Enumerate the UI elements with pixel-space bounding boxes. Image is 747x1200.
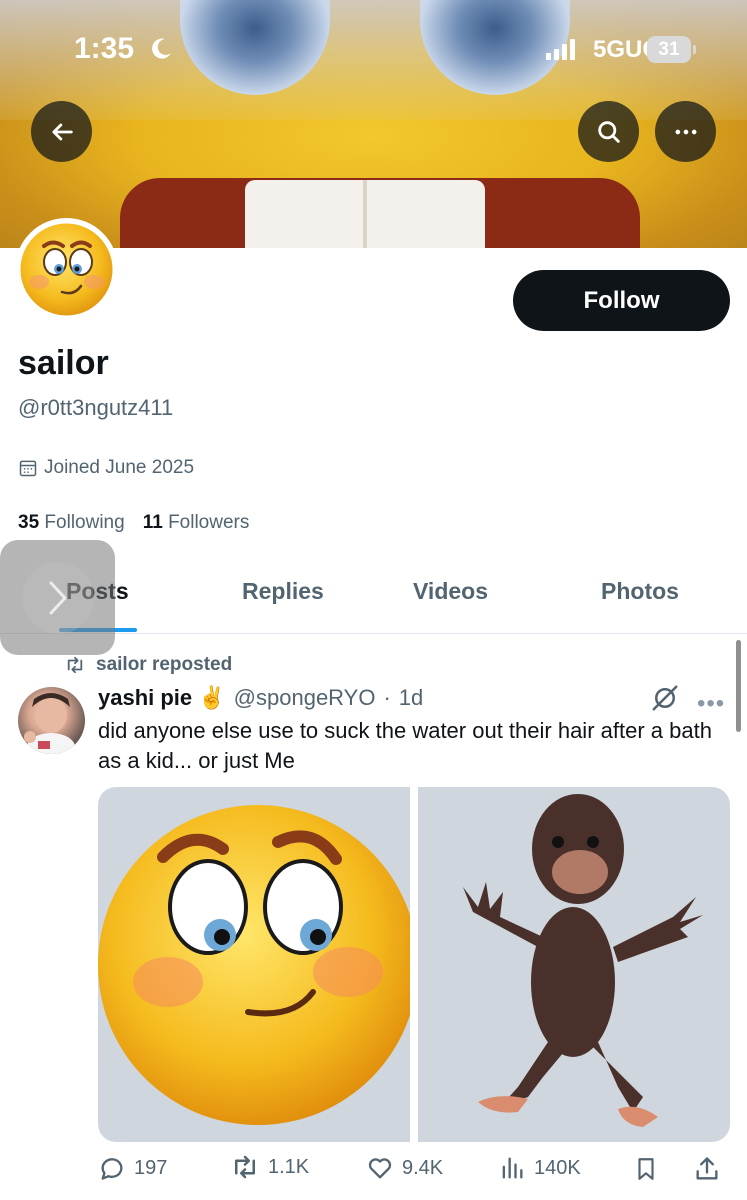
followers-link[interactable]: 11 Followers <box>143 512 250 534</box>
followers-count: 11 <box>142 512 163 533</box>
banner-teeth <box>245 180 485 248</box>
tab-videos[interactable]: Videos <box>413 578 488 605</box>
assistive-ring <box>21 561 94 634</box>
post-time[interactable]: 1d <box>399 685 423 711</box>
emoji-face-image <box>98 805 418 1125</box>
media-image-monkey[interactable] <box>418 787 730 1142</box>
media-image-emoji[interactable] <box>98 787 418 1142</box>
post-author-avatar[interactable] <box>18 687 85 754</box>
repost-action[interactable]: 1.1K <box>230 1154 309 1180</box>
post-more-icon[interactable]: ••• <box>697 690 725 718</box>
follow-stats: 35 Following 11 Followers <box>18 512 249 534</box>
bookmark-action[interactable] <box>633 1154 659 1184</box>
like-count: 9.4K <box>402 1156 444 1179</box>
calendar-icon <box>19 460 37 477</box>
profile-handle: @r0tt3ngutz411 <box>18 395 174 420</box>
profile-display-name: sailor <box>18 344 109 382</box>
reply-action[interactable]: 197 <box>98 1154 167 1182</box>
battery-icon: 31 <box>647 36 696 63</box>
repost-label: sailor reposted <box>96 654 233 675</box>
repost-icon <box>235 1155 255 1179</box>
repost-indicator: sailor reposted <box>64 654 232 676</box>
share-action[interactable] <box>693 1154 721 1184</box>
post-text: did anyone else use to suck the water ou… <box>98 718 712 773</box>
profile-avatar[interactable] <box>15 218 118 321</box>
moon-icon <box>152 38 171 59</box>
repost-count: 1.1K <box>268 1155 310 1178</box>
baby-monkey-image <box>463 794 703 1127</box>
arrow-left-icon <box>51 123 73 140</box>
share-icon <box>696 1157 718 1180</box>
search-icon <box>597 120 620 143</box>
avatar-image <box>19 222 114 317</box>
back-button[interactable] <box>31 101 92 162</box>
smiley-emoji-icon <box>20 223 113 316</box>
post-header: yashi pie ✌️ @spongeRYO · 1d <box>98 685 423 711</box>
followers-label: Followers <box>168 512 250 533</box>
reply-icon <box>101 1158 123 1180</box>
views-action[interactable]: 140K <box>498 1154 581 1182</box>
post-media[interactable] <box>98 787 730 1142</box>
following-label: Following <box>44 512 125 533</box>
bookmark-icon <box>638 1158 654 1180</box>
grok-icon[interactable] <box>650 683 680 713</box>
like-action[interactable]: 9.4K <box>366 1154 443 1182</box>
search-button[interactable] <box>578 101 639 162</box>
post-author-name[interactable]: yashi pie ✌️ <box>98 685 226 711</box>
more-dots-icon <box>675 129 696 134</box>
follow-button[interactable]: Follow <box>513 270 730 331</box>
heart-icon <box>368 1158 392 1179</box>
post-dot: · <box>383 685 391 710</box>
floating-assistive-button[interactable] <box>0 540 115 655</box>
chevron-right-icon <box>49 581 66 614</box>
following-link[interactable]: 35 Following <box>18 512 125 534</box>
views-count: 140K <box>534 1156 581 1179</box>
joined-text: Joined June 2025 <box>44 457 195 478</box>
joined-date: Joined June 2025 <box>18 457 194 479</box>
views-icon <box>502 1157 523 1179</box>
post-author-handle[interactable]: @spongeRYO <box>234 685 376 711</box>
author-photo <box>24 693 75 754</box>
tab-replies[interactable]: Replies <box>242 578 324 605</box>
more-options-button[interactable] <box>655 101 716 162</box>
post-actions: 197 1.1K 9.4K 140K <box>98 1154 730 1188</box>
repost-icon <box>67 656 83 674</box>
tab-photos[interactable]: Photos <box>601 578 679 605</box>
scrollbar[interactable] <box>736 640 741 732</box>
following-count: 35 <box>18 512 40 533</box>
signal-icon <box>546 38 575 60</box>
reply-count: 197 <box>134 1156 168 1179</box>
status-time: 1:35 <box>74 32 135 65</box>
